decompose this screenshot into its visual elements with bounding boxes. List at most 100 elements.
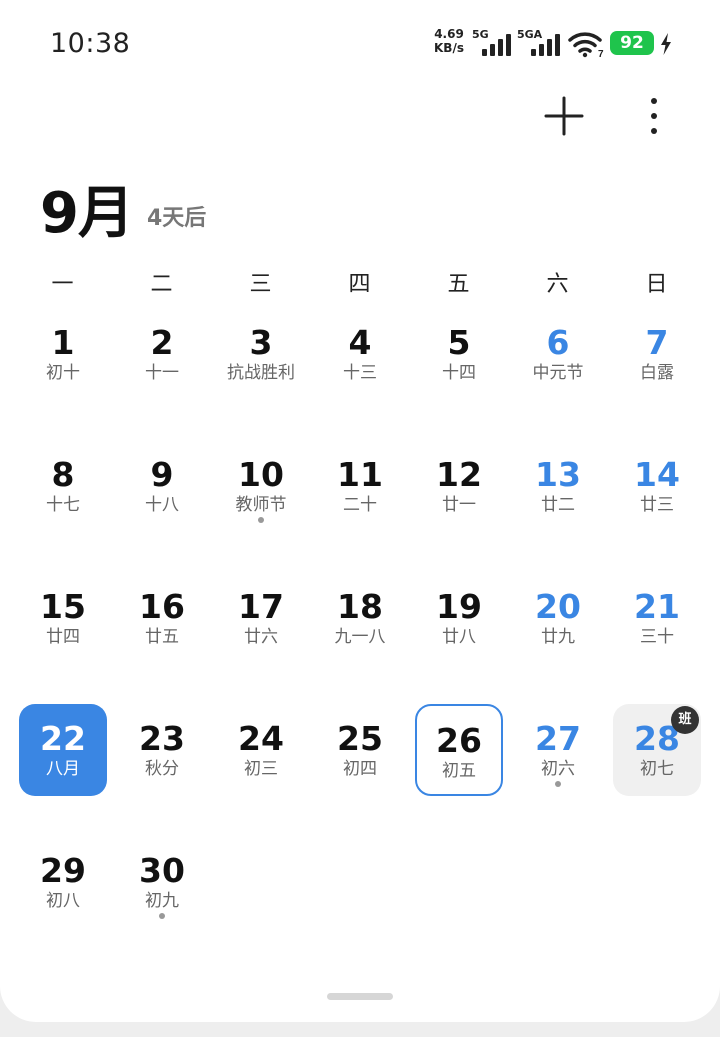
event-dot xyxy=(159,913,165,919)
lunar-date: 十七 xyxy=(46,495,80,515)
network-speed: 4.69 KB/s xyxy=(434,27,464,55)
day-cell[interactable]: 3 抗战胜利 xyxy=(217,308,305,400)
lunar-date: 抗战胜利 xyxy=(227,363,295,383)
day-number: 6 xyxy=(546,323,570,362)
weekday-header: 一 xyxy=(51,272,74,297)
status-bar: 10:38 4.69 KB/s 5G 5GA 7 92 xyxy=(0,0,720,88)
weekday-header: 四 xyxy=(348,272,371,297)
day-number: 20 xyxy=(535,587,581,626)
lunar-date: 九一八 xyxy=(334,627,386,647)
day-cell[interactable]: 8 十七 xyxy=(19,440,107,532)
day-number: 16 xyxy=(139,587,185,626)
day-number: 18 xyxy=(337,587,383,626)
day-cell[interactable]: 28 初七班 xyxy=(613,704,701,796)
weekday-header: 二 xyxy=(150,272,173,297)
day-number: 13 xyxy=(535,455,581,494)
day-number: 26 xyxy=(436,721,482,760)
lunar-date: 初五 xyxy=(442,761,476,781)
day-number: 3 xyxy=(249,323,273,362)
day-cell[interactable]: 18 九一八 xyxy=(316,572,404,664)
day-number: 27 xyxy=(535,719,581,758)
lunar-date: 十八 xyxy=(145,495,179,515)
day-cell[interactable]: 29 初八 xyxy=(19,836,107,928)
day-number: 21 xyxy=(634,587,680,626)
weekday-header: 日 xyxy=(645,272,668,297)
day-number: 29 xyxy=(40,851,86,890)
more-vertical-icon xyxy=(651,98,657,134)
day-cell[interactable]: 16 廿五 xyxy=(118,572,206,664)
lunar-date: 秋分 xyxy=(145,759,179,779)
day-cell[interactable]: 21 三十 xyxy=(613,572,701,664)
day-cell[interactable]: 5 十四 xyxy=(415,308,503,400)
lunar-date: 廿九 xyxy=(541,627,575,647)
lunar-date: 廿二 xyxy=(541,495,575,515)
day-cell[interactable]: 24 初三 xyxy=(217,704,305,796)
plus-icon xyxy=(544,96,584,136)
drag-handle[interactable] xyxy=(327,993,393,1000)
lunar-date: 初十 xyxy=(46,363,80,383)
calendar-card: 10:38 4.69 KB/s 5G 5GA 7 92 9月 4天后 一 二 三… xyxy=(0,0,720,1022)
event-dot xyxy=(258,517,264,523)
day-number: 1 xyxy=(51,323,75,362)
network-speed-unit: KB/s xyxy=(434,41,464,55)
day-number: 4 xyxy=(348,323,372,362)
battery-indicator: 92 xyxy=(610,31,654,55)
lunar-date: 廿八 xyxy=(442,627,476,647)
lunar-date: 廿三 xyxy=(640,495,674,515)
day-cell[interactable]: 13 廿二 xyxy=(514,440,602,532)
workday-badge: 班 xyxy=(671,706,699,734)
day-cell[interactable]: 17 廿六 xyxy=(217,572,305,664)
day-number: 11 xyxy=(337,455,383,494)
day-number: 12 xyxy=(436,455,482,494)
wifi-icon: 7 xyxy=(568,32,604,58)
day-cell[interactable]: 30 初九 xyxy=(118,836,206,928)
day-cell[interactable]: 2 十一 xyxy=(118,308,206,400)
charging-icon xyxy=(661,33,671,55)
add-event-button[interactable] xyxy=(540,92,588,140)
lunar-date: 三十 xyxy=(640,627,674,647)
day-cell[interactable]: 25 初四 xyxy=(316,704,404,796)
day-cell[interactable]: 14 廿三 xyxy=(613,440,701,532)
lunar-date: 廿一 xyxy=(442,495,476,515)
lunar-date: 廿五 xyxy=(145,627,179,647)
day-cell[interactable]: 19 廿八 xyxy=(415,572,503,664)
day-cell[interactable]: 12 廿一 xyxy=(415,440,503,532)
day-number: 22 xyxy=(40,719,86,758)
day-number: 9 xyxy=(150,455,174,494)
day-cell[interactable]: 7 白露 xyxy=(613,308,701,400)
day-number: 25 xyxy=(337,719,383,758)
lunar-date: 初四 xyxy=(343,759,377,779)
day-cell[interactable]: 27 初六 xyxy=(514,704,602,796)
day-number: 5 xyxy=(447,323,471,362)
day-cell[interactable]: 26 初五 xyxy=(415,704,503,796)
lunar-date: 初九 xyxy=(145,891,179,911)
day-cell[interactable]: 1 初十 xyxy=(19,308,107,400)
day-cell[interactable]: 15 廿四 xyxy=(19,572,107,664)
lunar-date: 初六 xyxy=(541,759,575,779)
day-cell[interactable]: 4 十三 xyxy=(316,308,404,400)
day-number: 2 xyxy=(150,323,174,362)
lunar-date: 十三 xyxy=(343,363,377,383)
day-cell[interactable]: 6 中元节 xyxy=(514,308,602,400)
month-title[interactable]: 9月 xyxy=(40,168,134,249)
day-cell[interactable]: 20 廿九 xyxy=(514,572,602,664)
lunar-date: 二十 xyxy=(343,495,377,515)
day-cell[interactable]: 23 秋分 xyxy=(118,704,206,796)
weekday-header: 六 xyxy=(546,272,569,297)
day-cell[interactable]: 10 教师节 xyxy=(217,440,305,532)
day-cell[interactable]: 22 八月 xyxy=(19,704,107,796)
wifi-sub-label: 7 xyxy=(598,49,604,58)
day-number: 24 xyxy=(238,719,284,758)
lunar-date: 廿六 xyxy=(244,627,278,647)
day-number: 10 xyxy=(238,455,284,494)
more-options-button[interactable] xyxy=(636,92,672,140)
day-number: 30 xyxy=(139,851,185,890)
status-time: 10:38 xyxy=(50,28,131,59)
lunar-date: 白露 xyxy=(640,363,674,383)
day-number: 7 xyxy=(645,323,669,362)
day-cell[interactable]: 9 十八 xyxy=(118,440,206,532)
weekday-header: 三 xyxy=(249,272,272,297)
event-dot xyxy=(555,781,561,787)
day-cell[interactable]: 11 二十 xyxy=(316,440,404,532)
lunar-date: 初七 xyxy=(640,759,674,779)
